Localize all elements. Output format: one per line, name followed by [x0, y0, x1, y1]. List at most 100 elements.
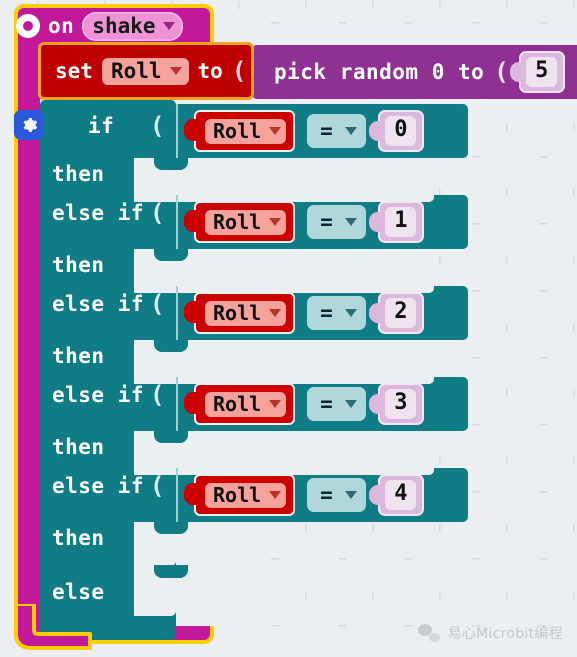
condition-row-1[interactable]: Roll = 1 — [176, 195, 468, 249]
variable-block-2[interactable]: Roll — [183, 292, 296, 334]
compare-value-socket-2[interactable]: 2 — [368, 292, 424, 334]
caret-down-icon — [269, 308, 282, 317]
operator-symbol-1: = — [320, 210, 333, 234]
caret-down-icon — [269, 490, 282, 499]
compare-value-socket-0[interactable]: 0 — [368, 110, 424, 152]
variable-dropdown-4[interactable]: Roll — [205, 482, 287, 508]
operator-symbol-3: = — [320, 392, 333, 416]
gear-icon[interactable] — [14, 110, 44, 140]
comparison-operator-2[interactable]: = — [307, 296, 366, 330]
variable-name-2: Roll — [213, 300, 262, 325]
to-keyword: to — [197, 59, 223, 83]
caret-down-icon — [269, 217, 282, 226]
variable-name-3: Roll — [213, 391, 262, 416]
pick-random-open-paren: ( — [494, 58, 509, 86]
condition-row-2[interactable]: Roll = 2 — [176, 286, 468, 340]
else-keyword: else — [52, 580, 105, 604]
if-open-paren-2: ( — [150, 290, 165, 318]
event-name-dropdown[interactable]: shake — [82, 11, 183, 41]
then-slot-3[interactable] — [134, 430, 434, 475]
else-if-keyword-4: else if — [52, 474, 145, 498]
then-slot-2[interactable] — [134, 339, 434, 384]
comparison-operator-3[interactable]: = — [307, 387, 366, 421]
watermark-text: 易心Microbit编程 — [447, 626, 563, 642]
compare-value-3[interactable]: 3 — [385, 389, 417, 419]
if-open-paren-3: ( — [150, 381, 165, 409]
variable-block-0[interactable]: Roll — [183, 110, 296, 152]
caret-down-icon — [169, 66, 182, 75]
variable-dropdown-2[interactable]: Roll — [205, 300, 287, 326]
compare-value-socket-1[interactable]: 1 — [368, 201, 424, 243]
branch-divider-4 — [176, 468, 178, 522]
comparison-operator-1[interactable]: = — [307, 205, 366, 239]
else-if-keyword-3: else if — [52, 383, 145, 407]
variable-name-1: Roll — [213, 209, 262, 234]
set-variable-name: Roll — [110, 58, 162, 83]
branch-divider-3 — [176, 377, 178, 431]
if-open-paren-1: ( — [150, 199, 165, 227]
caret-down-icon — [162, 21, 175, 30]
condition-row-4[interactable]: Roll = 4 — [176, 468, 468, 522]
compare-value-4[interactable]: 4 — [385, 480, 417, 510]
compare-value-0[interactable]: 0 — [385, 116, 417, 146]
then-keyword-4: then — [52, 526, 105, 550]
then-keyword-2: then — [52, 344, 105, 368]
set-variable-dropdown[interactable]: Roll — [101, 57, 189, 85]
variable-block-4[interactable]: Roll — [183, 474, 296, 516]
pick-random-label: pick random 0 to — [274, 60, 485, 84]
event-name-label: shake — [92, 13, 156, 38]
caret-down-icon — [344, 491, 357, 499]
then-keyword-3: then — [52, 435, 105, 459]
set-keyword: set — [55, 59, 93, 83]
branch-divider-2 — [176, 286, 178, 340]
operator-symbol-0: = — [320, 119, 333, 143]
compare-value-2[interactable]: 2 — [385, 298, 417, 328]
caret-down-icon — [344, 127, 357, 135]
then-keyword-0: then — [52, 162, 105, 186]
else-if-keyword-1: else if — [52, 201, 145, 225]
event-keyword: on — [48, 14, 75, 38]
branch-divider-1 — [176, 195, 178, 249]
variable-name-0: Roll — [213, 118, 262, 143]
watermark: 易心Microbit编程 — [418, 623, 563, 643]
on-shake-header[interactable]: on shake — [10, 8, 189, 44]
variable-dropdown-3[interactable]: Roll — [205, 391, 287, 417]
compare-value-socket-3[interactable]: 3 — [368, 383, 424, 425]
set-open-paren: ( — [231, 57, 247, 85]
variable-dropdown-1[interactable]: Roll — [205, 209, 287, 235]
caret-down-icon — [269, 399, 282, 408]
wechat-icon — [418, 624, 441, 642]
then-slot-4[interactable] — [134, 521, 188, 566]
comparison-operator-0[interactable]: = — [307, 114, 366, 148]
caret-down-icon — [344, 218, 357, 226]
operator-symbol-4: = — [320, 483, 333, 507]
if-open-paren-0: ( — [150, 112, 165, 140]
comparison-operator-4[interactable]: = — [307, 478, 366, 512]
blockly-workspace[interactable]: on shake set Roll to ( pick random 0 to … — [0, 0, 577, 657]
condition-row-3[interactable]: Roll = 3 — [176, 377, 468, 431]
caret-down-icon — [269, 126, 282, 135]
variable-name-4: Roll — [213, 482, 262, 507]
then-slot-1[interactable] — [134, 248, 434, 293]
variable-dropdown-0[interactable]: Roll — [205, 118, 287, 144]
pick-random-max-socket[interactable]: 5 — [509, 51, 565, 93]
pick-random-block[interactable]: pick random 0 to ( 5 — [252, 45, 577, 99]
variable-block-3[interactable]: Roll — [183, 383, 296, 425]
set-variable-block[interactable]: set Roll to ( — [38, 42, 254, 100]
compare-value-1[interactable]: 1 — [385, 207, 417, 237]
then-slot-0[interactable] — [134, 157, 434, 202]
branch-divider-0 — [176, 104, 178, 158]
then-keyword-1: then — [52, 253, 105, 277]
shake-target-icon — [16, 14, 40, 38]
event-block-foot — [14, 602, 220, 650]
condition-row-0[interactable]: Roll = 0 — [176, 104, 468, 158]
caret-down-icon — [344, 400, 357, 408]
compare-value-socket-4[interactable]: 4 — [368, 474, 424, 516]
else-if-keyword-2: else if — [52, 292, 145, 316]
pick-random-max-value[interactable]: 5 — [526, 57, 558, 87]
operator-symbol-2: = — [320, 301, 333, 325]
variable-block-1[interactable]: Roll — [183, 201, 296, 243]
if-keyword: if — [88, 114, 115, 138]
if-open-paren-4: ( — [150, 472, 165, 500]
caret-down-icon — [344, 309, 357, 317]
